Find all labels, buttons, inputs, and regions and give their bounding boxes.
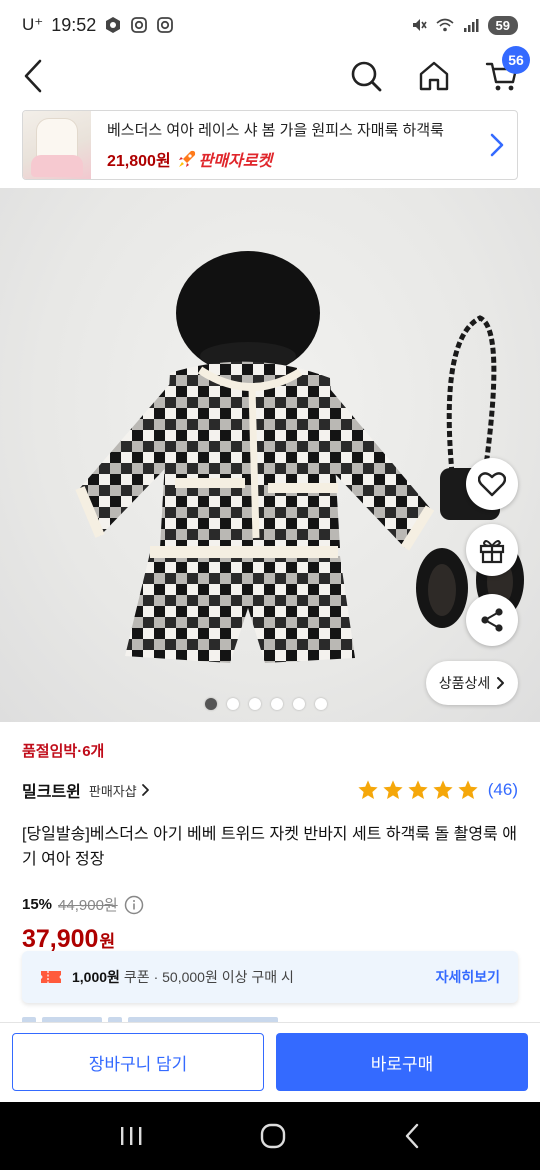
related-product-info: 베스더스 여아 레이스 샤 봄 가을 원피스 자매룩 하객룩 21,800원 판… xyxy=(91,119,477,171)
search-button[interactable] xyxy=(344,54,388,98)
heart-icon xyxy=(478,472,506,497)
seller-shop-label: 판매자샵 xyxy=(88,783,137,799)
star-icon xyxy=(458,780,478,799)
share-button[interactable] xyxy=(466,594,518,646)
recent-apps-icon[interactable] xyxy=(118,1124,144,1148)
seller-name[interactable]: 밀크트윈 xyxy=(22,778,81,802)
status-right: 59 xyxy=(410,15,518,35)
product-image-gallery[interactable]: 상품상세 xyxy=(0,188,540,722)
gallery-dot[interactable] xyxy=(227,698,239,710)
coupon-description: 쿠폰 · 50,000원 이상 구매 시 xyxy=(123,969,294,985)
stock-warning: 품절임박·6개 xyxy=(22,743,105,760)
gallery-dot[interactable] xyxy=(271,698,283,710)
product-photo xyxy=(75,251,524,663)
signal-icon xyxy=(463,19,479,32)
rating-summary[interactable]: (46) xyxy=(357,779,518,801)
product-detail-label: 상품상세 xyxy=(438,675,491,691)
sale-price-unit: 원 xyxy=(99,932,116,951)
instagram-icon xyxy=(131,17,148,33)
bottom-action-bar: 장바구니 담기 바로구매 xyxy=(0,1022,540,1102)
discount-row: 15% 44,900원 xyxy=(22,894,144,915)
cart-count-badge: 56 xyxy=(502,46,530,74)
star-icon xyxy=(358,780,378,799)
coupon-icon xyxy=(41,971,61,983)
home-icon xyxy=(419,61,449,91)
home-button[interactable] xyxy=(412,54,456,98)
notification-app-icon xyxy=(106,17,121,33)
star-icon xyxy=(408,780,428,799)
gallery-pagination xyxy=(205,698,327,710)
gallery-dot[interactable] xyxy=(249,698,261,710)
back-nav-icon[interactable] xyxy=(402,1122,422,1150)
seller-rocket-badge: 판매자로켓 xyxy=(177,147,273,171)
wishlist-button[interactable] xyxy=(466,458,518,510)
related-price-row: 21,800원 판매자로켓 xyxy=(107,147,477,171)
discount-rate: 15% xyxy=(22,896,53,913)
chevron-right-icon xyxy=(497,677,505,689)
system-navigation-bar xyxy=(0,1102,540,1170)
original-price: 44,900원 xyxy=(58,897,118,914)
cart-button[interactable]: 56 xyxy=(480,46,530,98)
gallery-dot[interactable] xyxy=(293,698,305,710)
price-block: 15% 44,900원 37,900 원 xyxy=(22,894,144,954)
gift-button[interactable] xyxy=(466,524,518,576)
status-left: U⁺ 19:52 xyxy=(22,15,174,36)
product-title: [당일발송]베스더스 아기 베베 트위드 자켓 반바지 세트 하객룩 돌 촬영룩… xyxy=(22,826,517,868)
add-to-cart-button[interactable]: 장바구니 담기 xyxy=(12,1033,264,1091)
related-product-title: 베스더스 여아 레이스 샤 봄 가을 원피스 자매룩 하객룩 xyxy=(107,122,444,139)
coupon-bar[interactable]: 1,000원 쿠폰 · 50,000원 이상 구매 시 자세히보기 xyxy=(22,951,518,1003)
chevron-left-icon xyxy=(24,59,42,93)
wifi-icon xyxy=(436,18,454,32)
seller-rocket-label: 판매자로켓 xyxy=(198,153,273,170)
clock: 19:52 xyxy=(51,14,97,35)
sale-price-value: 37,900 xyxy=(22,925,99,953)
sale-price: 37,900 원 xyxy=(22,925,144,954)
gallery-dot[interactable] xyxy=(315,698,327,710)
star-icon xyxy=(433,780,453,799)
chevron-right-icon xyxy=(141,784,149,796)
coupon-details-link[interactable]: 자세히보기 xyxy=(436,967,500,987)
share-icon xyxy=(481,608,503,632)
related-product-thumbnail xyxy=(23,111,91,179)
battery-indicator: 59 xyxy=(487,15,518,35)
seller-row: 밀크트윈 판매자샵 (46) xyxy=(22,778,518,802)
related-product-price: 21,800원 xyxy=(107,153,171,170)
chevron-right-icon xyxy=(490,133,504,157)
mute-icon xyxy=(412,19,427,31)
home-circle-icon[interactable] xyxy=(259,1122,287,1150)
product-detail-button[interactable]: 상품상세 xyxy=(426,661,518,705)
back-button[interactable] xyxy=(12,54,56,98)
carrier-label: U⁺ xyxy=(22,15,44,34)
coupon-amount: 1,000원 xyxy=(72,969,120,985)
related-arrow xyxy=(477,132,517,158)
gift-icon xyxy=(479,540,505,564)
rocket-icon xyxy=(178,150,195,167)
buy-now-button[interactable]: 바로구매 xyxy=(276,1033,528,1091)
info-icon[interactable] xyxy=(124,895,144,915)
instagram-icon-2 xyxy=(157,17,174,33)
review-count[interactable]: (46) xyxy=(488,780,518,800)
status-bar: U⁺ 19:52 59 xyxy=(0,0,540,50)
search-icon xyxy=(351,61,382,92)
related-product-banner[interactable]: 베스더스 여아 레이스 샤 봄 가을 원피스 자매룩 하객룩 21,800원 판… xyxy=(22,110,518,180)
top-nav: 56 xyxy=(0,46,540,100)
star-icon xyxy=(383,780,403,799)
gallery-dot[interactable] xyxy=(205,698,217,710)
seller-shop-link[interactable]: 판매자샵 xyxy=(89,781,150,800)
